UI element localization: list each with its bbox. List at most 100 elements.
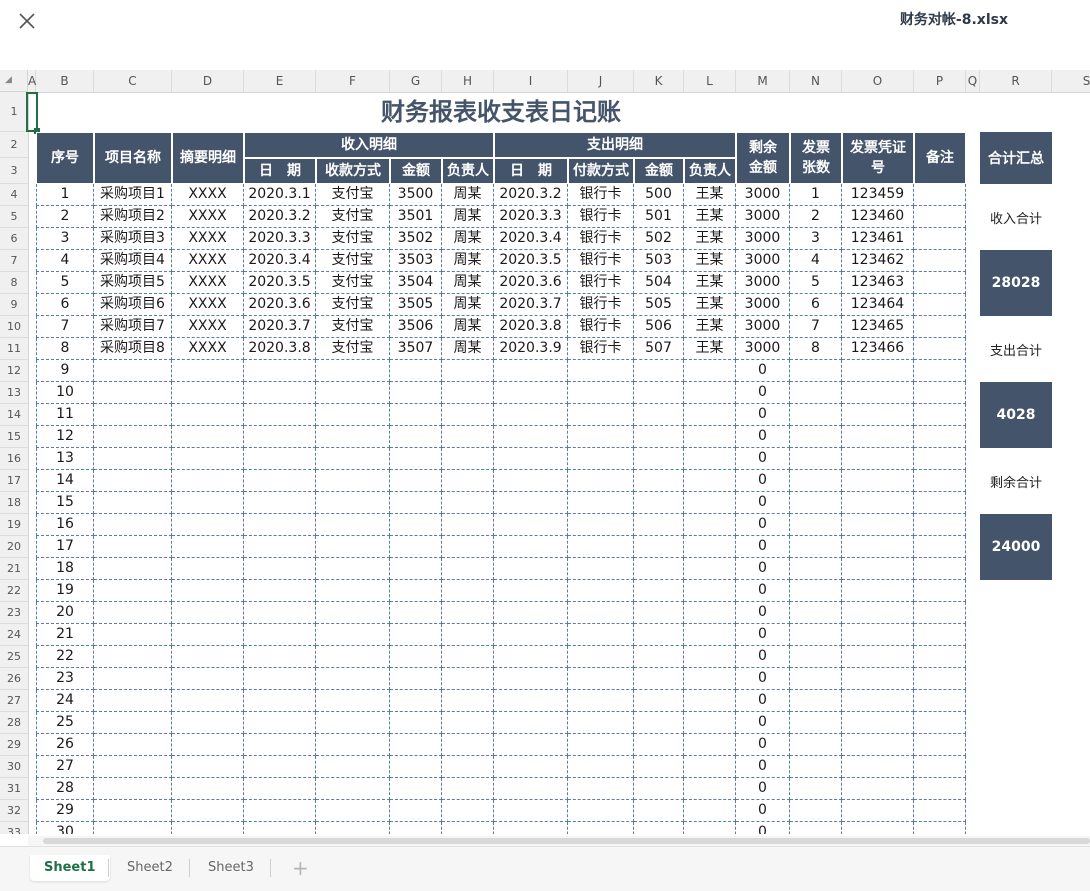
row-header[interactable]: 27 xyxy=(0,690,28,712)
cell-income-date[interactable] xyxy=(244,514,316,536)
column-header[interactable]: N xyxy=(790,70,842,92)
cell-project[interactable] xyxy=(94,426,172,448)
cell-income-date[interactable] xyxy=(244,448,316,470)
cell-income-person[interactable] xyxy=(442,602,494,624)
cell-voucher[interactable] xyxy=(842,756,914,778)
cell-seq[interactable]: 9 xyxy=(36,360,94,382)
cell-seq[interactable]: 13 xyxy=(36,448,94,470)
cell-income-amount[interactable] xyxy=(390,536,442,558)
cell-summary[interactable]: XXXX xyxy=(172,316,244,338)
cell-balance[interactable]: 0 xyxy=(736,822,790,834)
cell-income-person[interactable]: 周某 xyxy=(442,316,494,338)
cell-seq[interactable]: 28 xyxy=(36,778,94,800)
cell-invoice-count[interactable] xyxy=(790,492,842,514)
cell-expense-person[interactable] xyxy=(684,404,736,426)
cell-summary[interactable] xyxy=(172,580,244,602)
cell-income-person[interactable] xyxy=(442,360,494,382)
cell-voucher[interactable] xyxy=(842,404,914,426)
cell-expense-amount[interactable] xyxy=(634,580,684,602)
cell-voucher[interactable] xyxy=(842,558,914,580)
cell-balance[interactable]: 0 xyxy=(736,360,790,382)
cell-voucher[interactable] xyxy=(842,778,914,800)
cell-expense-date[interactable] xyxy=(494,602,568,624)
cell-expense-amount[interactable] xyxy=(634,668,684,690)
cell-expense-date[interactable]: 2020.3.4 xyxy=(494,228,568,250)
cell-expense-amount[interactable] xyxy=(634,404,684,426)
cell-invoice-count[interactable] xyxy=(790,448,842,470)
cell-expense-method[interactable]: 银行卡 xyxy=(568,338,634,360)
cell-expense-date[interactable]: 2020.3.5 xyxy=(494,250,568,272)
cell-voucher[interactable] xyxy=(842,602,914,624)
column-header[interactable]: E xyxy=(244,70,316,92)
cell-income-person[interactable] xyxy=(442,492,494,514)
cell-remark[interactable] xyxy=(914,536,966,558)
row-header[interactable]: 15 xyxy=(0,426,28,448)
cell-income-method[interactable]: 支付宝 xyxy=(316,250,390,272)
cell-expense-person[interactable] xyxy=(684,668,736,690)
cell-expense-method[interactable] xyxy=(568,690,634,712)
cell-income-person[interactable] xyxy=(442,558,494,580)
row-header[interactable]: 10 xyxy=(0,316,28,338)
cell-seq[interactable]: 4 xyxy=(36,250,94,272)
cell-income-amount[interactable] xyxy=(390,360,442,382)
row-header[interactable]: 13 xyxy=(0,382,28,404)
cell-voucher[interactable] xyxy=(842,382,914,404)
cell-expense-person[interactable] xyxy=(684,712,736,734)
cell-balance[interactable]: 0 xyxy=(736,426,790,448)
cell-expense-date[interactable] xyxy=(494,492,568,514)
cell-income-date[interactable] xyxy=(244,492,316,514)
cell-expense-method[interactable] xyxy=(568,668,634,690)
cell-income-amount[interactable]: 3505 xyxy=(390,294,442,316)
row-header[interactable]: 24 xyxy=(0,624,28,646)
cell-voucher[interactable] xyxy=(842,800,914,822)
cell-expense-amount[interactable] xyxy=(634,602,684,624)
column-header[interactable]: R xyxy=(980,70,1052,92)
cell-income-amount[interactable] xyxy=(390,492,442,514)
cell-income-date[interactable] xyxy=(244,536,316,558)
cell-income-method[interactable] xyxy=(316,580,390,602)
cell-project[interactable] xyxy=(94,514,172,536)
cell-seq[interactable]: 14 xyxy=(36,470,94,492)
cell-expense-person[interactable]: 王某 xyxy=(684,228,736,250)
cell-remark[interactable] xyxy=(914,756,966,778)
cell-income-amount[interactable] xyxy=(390,668,442,690)
cell-income-method[interactable] xyxy=(316,536,390,558)
cell-invoice-count[interactable]: 3 xyxy=(790,228,842,250)
cell-expense-method[interactable] xyxy=(568,778,634,800)
row-header[interactable]: 19 xyxy=(0,514,28,536)
cell-expense-date[interactable] xyxy=(494,756,568,778)
cell-summary[interactable] xyxy=(172,712,244,734)
cell-summary[interactable] xyxy=(172,778,244,800)
cell-project[interactable] xyxy=(94,580,172,602)
cell-expense-date[interactable] xyxy=(494,558,568,580)
cell-expense-person[interactable] xyxy=(684,492,736,514)
cell-income-date[interactable]: 2020.3.8 xyxy=(244,338,316,360)
cell-invoice-count[interactable]: 6 xyxy=(790,294,842,316)
cell-project[interactable] xyxy=(94,800,172,822)
cell-balance[interactable]: 3000 xyxy=(736,272,790,294)
cell-summary[interactable] xyxy=(172,448,244,470)
cell-income-date[interactable]: 2020.3.7 xyxy=(244,316,316,338)
cell-project[interactable]: 采购项目4 xyxy=(94,250,172,272)
cell-expense-amount[interactable] xyxy=(634,426,684,448)
cell-expense-person[interactable]: 王某 xyxy=(684,316,736,338)
cell-expense-person[interactable]: 王某 xyxy=(684,338,736,360)
cell-expense-method[interactable]: 银行卡 xyxy=(568,250,634,272)
scrollbar-thumb[interactable] xyxy=(43,838,1090,844)
column-header[interactable]: M xyxy=(736,70,790,92)
column-header[interactable]: F xyxy=(316,70,390,92)
column-header[interactable]: B xyxy=(36,70,94,92)
cell-expense-amount[interactable] xyxy=(634,646,684,668)
cell-balance[interactable]: 0 xyxy=(736,756,790,778)
cell-voucher[interactable] xyxy=(842,712,914,734)
cell-expense-method[interactable]: 银行卡 xyxy=(568,272,634,294)
row-header[interactable]: 7 xyxy=(0,250,28,272)
cell-remark[interactable] xyxy=(914,206,966,228)
cell-expense-amount[interactable] xyxy=(634,492,684,514)
cell-income-date[interactable] xyxy=(244,690,316,712)
cell-income-date[interactable] xyxy=(244,712,316,734)
cell-income-method[interactable] xyxy=(316,404,390,426)
cell-seq[interactable]: 15 xyxy=(36,492,94,514)
cell-summary[interactable]: XXXX xyxy=(172,272,244,294)
cell-invoice-count[interactable] xyxy=(790,514,842,536)
